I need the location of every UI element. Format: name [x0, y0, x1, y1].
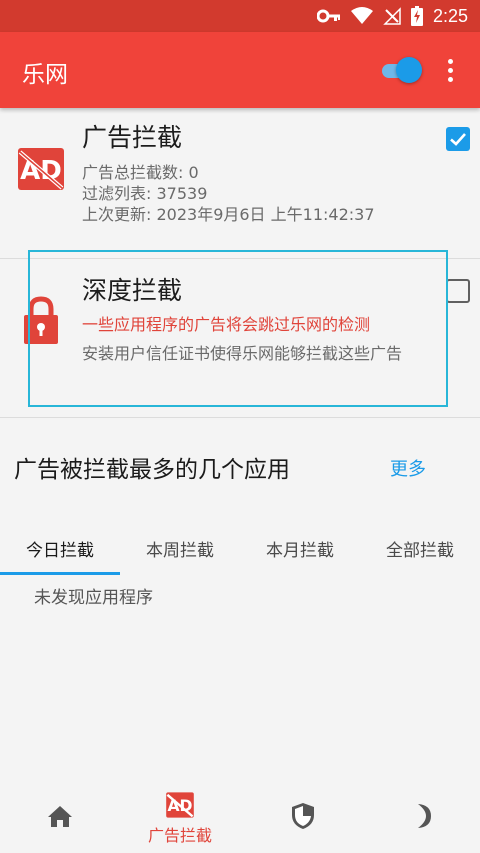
app-title: 乐网	[22, 62, 68, 88]
master-toggle[interactable]	[378, 54, 426, 86]
deep-block-card[interactable]: 深度拦截 一些应用程序的广告将会跳过乐网的检测 安装用户信任证书使得乐网能够拦截…	[0, 258, 480, 418]
tab-all-time[interactable]: 全部拦截	[360, 520, 480, 576]
status-time: 2:25	[432, 5, 468, 26]
tab-today[interactable]: 今日拦截	[0, 520, 120, 576]
home-icon	[48, 806, 72, 827]
status-icons: 2:25	[316, 5, 468, 27]
moon-icon	[418, 804, 431, 828]
overflow-menu-icon[interactable]	[436, 56, 464, 84]
nav-home[interactable]	[0, 780, 120, 853]
deep-block-title: 深度拦截	[82, 276, 183, 305]
lock-icon	[24, 296, 58, 344]
ad-block-card[interactable]: AD 广告拦截 广告总拦截数: 0 过滤列表: 37539 上次更新: 2023…	[0, 108, 480, 258]
nav-night[interactable]	[360, 780, 480, 853]
bottom-nav: AD 广告拦截	[0, 780, 480, 853]
deep-block-warning: 一些应用程序的广告将会跳过乐网的检测	[82, 315, 371, 334]
nav-ad-block-label: 广告拦截	[147, 826, 212, 845]
top-apps-heading: 广告被拦截最多的几个应用	[14, 457, 290, 483]
filter-list-count: 过滤列表: 37539	[82, 184, 208, 203]
deep-block-checkbox[interactable]	[446, 279, 470, 303]
nav-shield[interactable]	[240, 780, 360, 853]
check-icon	[450, 133, 466, 146]
nav-ad-block[interactable]: AD 广告拦截	[120, 780, 240, 853]
app-bar: 乐网	[0, 32, 480, 108]
toggle-thumb	[396, 57, 422, 83]
more-link[interactable]: 更多	[390, 455, 426, 481]
tab-this-month[interactable]: 本月拦截	[240, 520, 360, 576]
no-signal-icon	[383, 7, 401, 25]
last-updated: 上次更新: 2023年9月6日 上午11:42:37	[82, 205, 375, 224]
ad-block-icon: AD	[18, 148, 64, 190]
wifi-icon	[350, 7, 373, 24]
total-blocked-count: 广告总拦截数: 0	[82, 163, 199, 182]
shield-icon	[292, 803, 314, 829]
ad-block-icon: AD	[166, 792, 194, 818]
empty-message: 未发现应用程序	[34, 588, 153, 608]
tab-indicator	[0, 572, 120, 575]
status-bar: 2:25	[0, 0, 480, 32]
key-icon	[316, 9, 340, 23]
ad-block-checkbox[interactable]	[446, 127, 470, 151]
deep-block-description: 安装用户信任证书使得乐网能够拦截这些广告	[82, 344, 403, 363]
ad-block-title: 广告拦截	[82, 123, 183, 152]
period-tabs: 今日拦截 本周拦截 本月拦截 全部拦截	[0, 520, 480, 576]
battery-charging-icon	[410, 6, 423, 26]
tab-this-week[interactable]: 本周拦截	[120, 520, 240, 576]
